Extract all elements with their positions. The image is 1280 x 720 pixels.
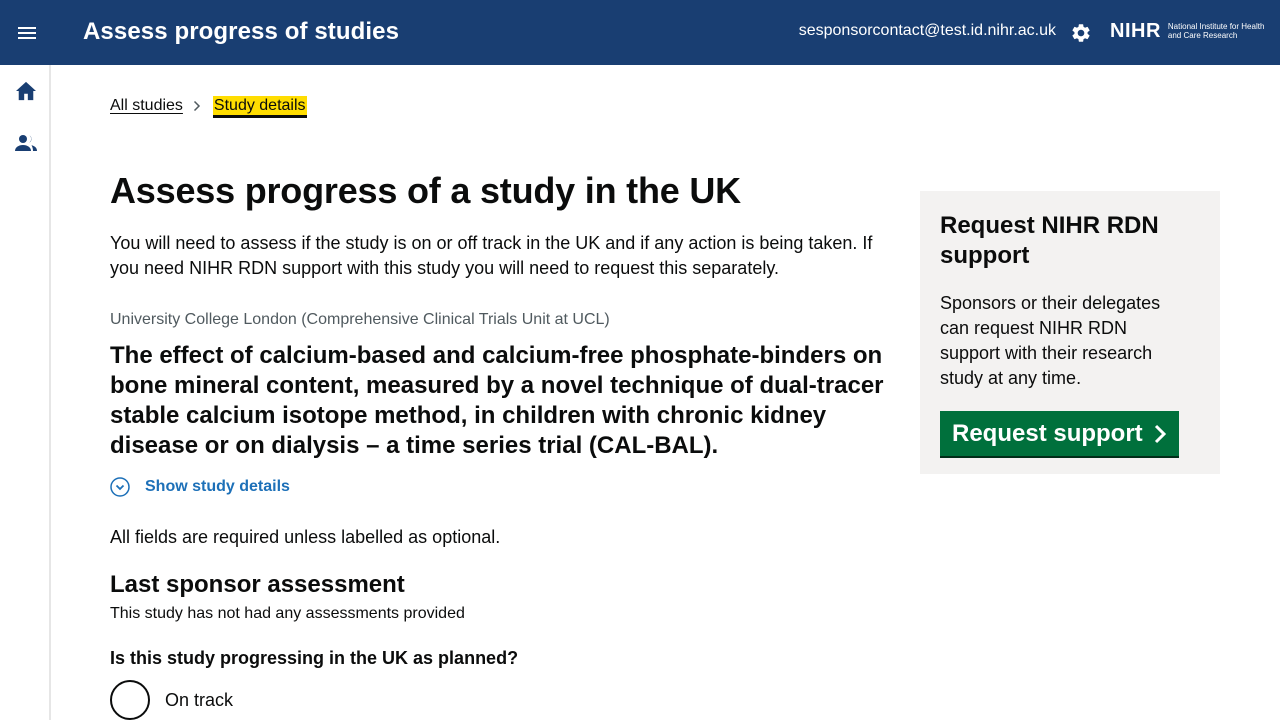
show-study-details-label: Show study details [145, 478, 290, 495]
user-email: sesponsorcontact@test.id.nihr.ac.uk [798, 22, 1056, 39]
nihr-logo[interactable]: NIHR National Institute for Health and C… [1110, 19, 1268, 43]
chevron-right-icon [1153, 424, 1167, 444]
radio-on-track[interactable] [110, 680, 150, 720]
app-title: Assess progress of studies [83, 18, 400, 45]
chevron-right-icon [193, 100, 201, 112]
progress-question: Is this study progressing in the UK as p… [110, 648, 519, 668]
menu-icon [18, 27, 36, 39]
required-fields-note: All fields are required unless labelled … [110, 527, 501, 547]
sidebar [0, 65, 51, 720]
chevron-down-circle-icon [110, 477, 130, 497]
sidebar-item-home[interactable] [12, 77, 40, 105]
support-panel-heading: Request NIHR RDN support [940, 212, 1159, 269]
last-assessment-text: This study has not had any assessments p… [110, 605, 465, 622]
support-panel: Request NIHR RDN support Sponsors or the… [920, 191, 1220, 474]
people-icon [15, 135, 37, 151]
site-header: Assess progress of studies sesponsorcont… [0, 0, 1280, 65]
request-support-label: Request support [952, 419, 1143, 447]
page-title: Assess progress of a study in the UK [110, 170, 741, 211]
radio-on-track-label[interactable]: On track [165, 690, 233, 711]
last-assessment-heading: Last sponsor assessment [110, 571, 405, 598]
logo-mark: NIHR [1110, 20, 1161, 42]
intro-text: You will need to assess if the study is … [110, 233, 873, 278]
support-panel-text: Sponsors or their delegates can request … [940, 293, 1161, 388]
home-icon [16, 81, 36, 101]
breadcrumb-study-details[interactable]: Study details [212, 96, 307, 115]
breadcrumb: All studies Study details [110, 96, 307, 115]
logo-subtitle: National Institute for Health and Care R… [1167, 22, 1265, 40]
request-support-button[interactable]: Request support [940, 411, 1179, 456]
organisation-name: University College London (Comprehensive… [110, 311, 610, 328]
settings-button[interactable] [1068, 20, 1094, 46]
study-title: The effect of calcium-based and calcium-… [110, 342, 884, 459]
show-study-details-toggle[interactable]: Show study details [110, 477, 290, 497]
menu-button[interactable] [8, 14, 46, 52]
gear-icon [1072, 24, 1090, 42]
breadcrumb-all-studies[interactable]: All studies [110, 97, 183, 115]
sidebar-item-users[interactable] [12, 129, 40, 157]
